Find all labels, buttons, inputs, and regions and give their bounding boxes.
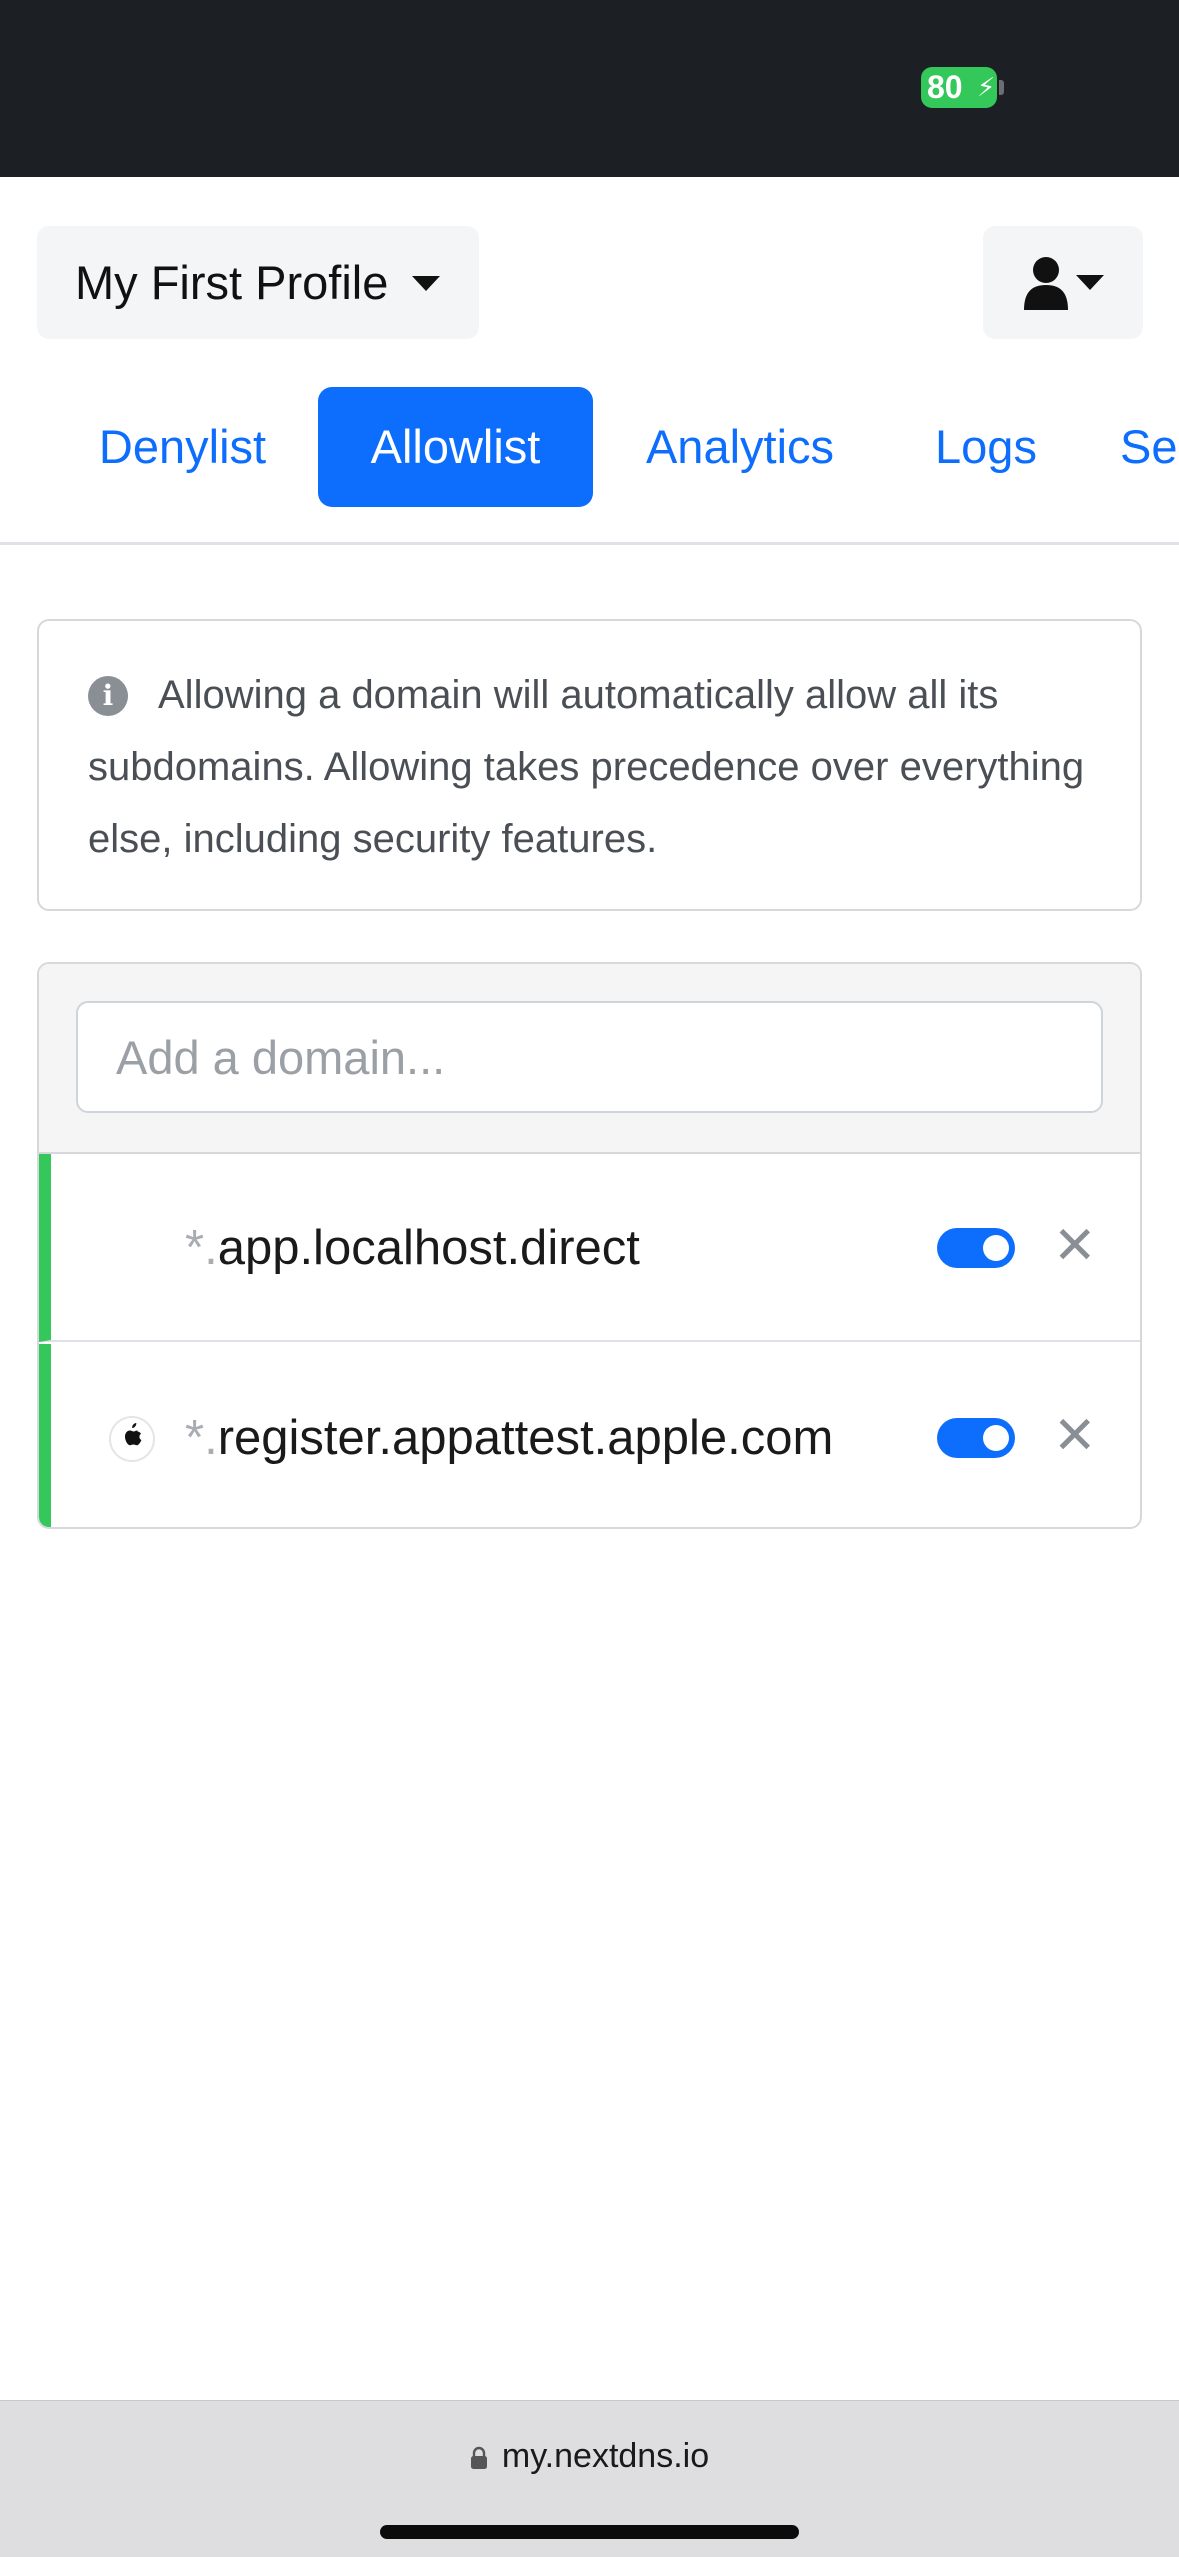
tab-settings[interactable]: Se — [1120, 387, 1179, 507]
status-bar: 80 ⚡ — [0, 0, 1179, 177]
toggle-knob — [983, 1235, 1009, 1261]
profile-tabs: Denylist Allowlist Analytics Logs Se — [0, 387, 1179, 507]
wildcard-prefix: *. — [185, 1221, 218, 1275]
chevron-down-icon — [1076, 275, 1104, 290]
tab-denylist[interactable]: Denylist — [70, 387, 295, 507]
tabs-divider — [0, 542, 1179, 545]
user-menu-button[interactable] — [983, 226, 1143, 339]
chevron-down-icon — [412, 276, 440, 291]
add-domain-input[interactable] — [76, 1001, 1103, 1113]
domain-entry: *.app.localhost.direct — [185, 1218, 640, 1278]
allowlist-card: *.app.localhost.direct ✕ *.register.appa… — [37, 962, 1142, 1529]
battery-cap — [999, 80, 1004, 95]
home-indicator[interactable] — [380, 2525, 799, 2539]
tab-allowlist[interactable]: Allowlist — [318, 387, 593, 507]
profile-dropdown-button[interactable]: My First Profile — [37, 226, 479, 339]
url-display[interactable]: my.nextdns.io — [0, 2437, 1179, 2476]
toggle-knob — [983, 1425, 1009, 1451]
domain-name: app.localhost.direct — [217, 1221, 640, 1275]
domain-name: register.appattest.apple.com — [217, 1411, 834, 1465]
list-item: *.app.localhost.direct ✕ — [39, 1154, 1140, 1342]
charging-bolt-icon: ⚡ — [977, 72, 996, 102]
tab-logs[interactable]: Logs — [915, 387, 1057, 507]
enable-toggle[interactable] — [937, 1228, 1015, 1268]
user-icon — [1024, 257, 1068, 310]
browser-address-bar: my.nextdns.io — [0, 2400, 1179, 2557]
tab-analytics[interactable]: Analytics — [620, 387, 860, 507]
enable-toggle[interactable] — [937, 1418, 1015, 1458]
profile-name: My First Profile — [75, 256, 389, 309]
lock-icon — [470, 2446, 487, 2470]
apple-icon — [109, 1416, 155, 1462]
battery-level: 80 — [927, 69, 963, 105]
url-text: my.nextdns.io — [501, 2437, 710, 2475]
battery-indicator: 80 ⚡ — [921, 67, 997, 108]
info-alert: i Allowing a domain will automatically a… — [37, 619, 1142, 911]
domain-entry: *.register.appattest.apple.com — [185, 1408, 833, 1468]
add-domain-section — [39, 964, 1140, 1154]
wildcard-prefix: *. — [185, 1411, 218, 1465]
list-item: *.register.appattest.apple.com ✕ — [39, 1344, 1140, 1527]
close-icon[interactable]: ✕ — [1053, 1216, 1097, 1276]
info-text: Allowing a domain will automatically all… — [88, 673, 1085, 861]
close-icon[interactable]: ✕ — [1053, 1406, 1097, 1466]
